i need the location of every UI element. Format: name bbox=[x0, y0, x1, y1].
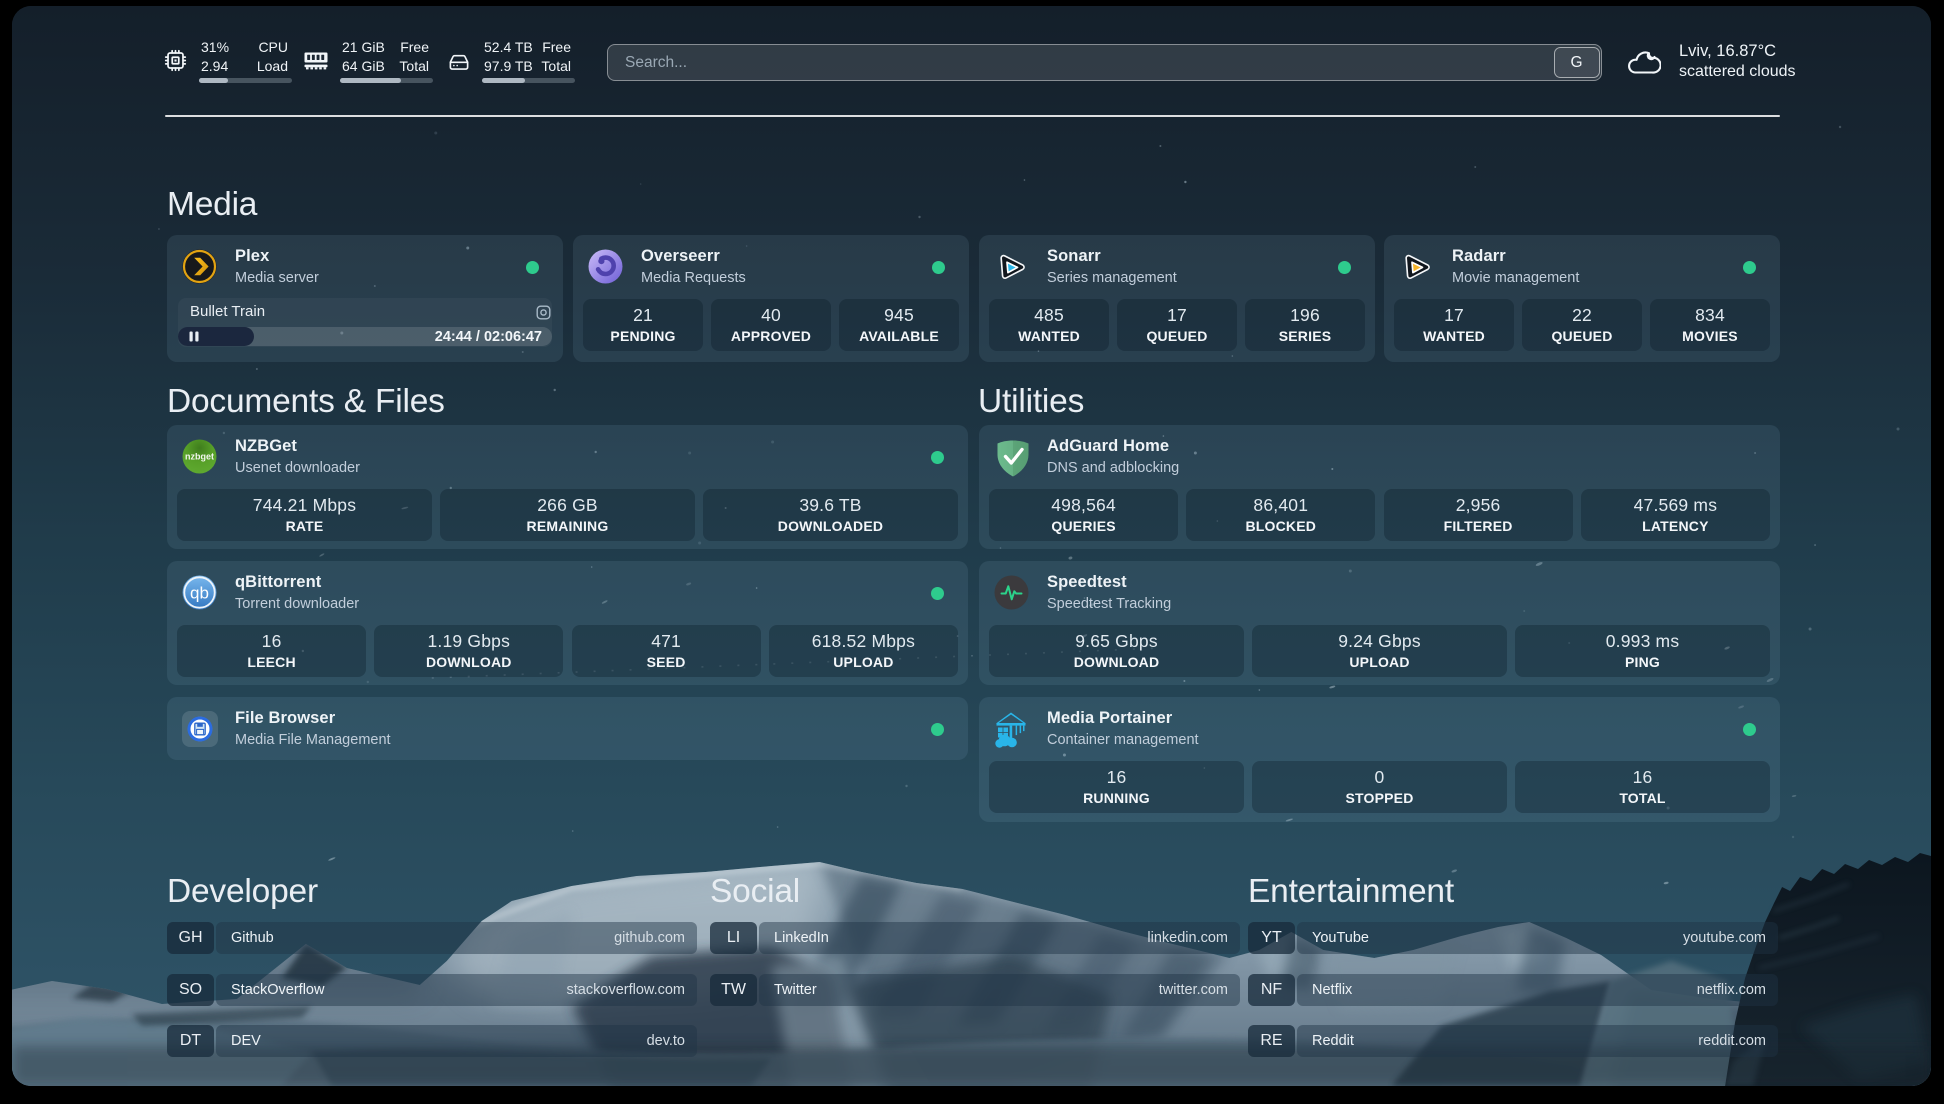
svg-text:nzbget: nzbget bbox=[185, 452, 214, 462]
svg-text:qb: qb bbox=[190, 584, 209, 603]
